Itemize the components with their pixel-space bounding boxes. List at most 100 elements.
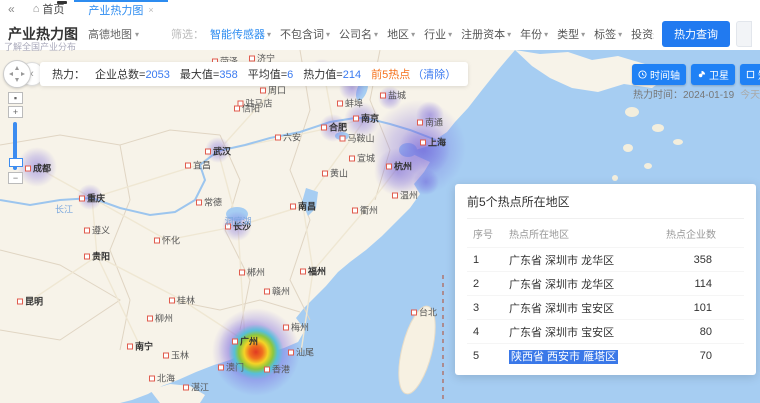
zoom-slider-handle[interactable] [9, 158, 23, 167]
filter-label: 地区 [387, 26, 409, 42]
row-count: 114 [654, 278, 744, 290]
overview-button[interactable]: ▪ [8, 92, 23, 104]
filter-9[interactable]: 投资来源▾ [631, 26, 654, 42]
chevron-down-icon: ▾ [326, 30, 330, 39]
tool-矩形[interactable]: 矩形 [740, 64, 760, 85]
filter-label: 投资来源 [631, 26, 654, 42]
zoom-in-button[interactable]: + [8, 106, 23, 118]
row-no: 1 [467, 254, 509, 266]
filter-8[interactable]: 标签▾ [594, 26, 622, 42]
table-header: 序号 热点所在地区 热点企业数 [467, 219, 744, 247]
row-region: 广东省 深圳市 龙华区 [509, 252, 654, 268]
sidebar-collapse-icon[interactable]: « [8, 2, 15, 16]
app-window: « ⌂ 首页 产业热力图 × 产业热力图 高德地图 ▾ 筛选： 智能传感器▾不包… [0, 0, 760, 403]
clear-link[interactable]: （清除） [412, 66, 456, 82]
heat-query-button[interactable]: 热力查询 [662, 21, 730, 47]
stat-value: 6 [287, 69, 293, 81]
heat-time-date: 2024-01-19 [683, 90, 734, 101]
filter-label: 类型 [557, 26, 579, 42]
row-region: 陕西省 西安市 雁塔区 [509, 348, 654, 364]
chevron-down-icon: ▾ [411, 30, 415, 39]
row-no: 5 [467, 350, 509, 362]
close-icon[interactable]: × [148, 5, 153, 15]
filter-3[interactable]: 地区▾ [387, 26, 415, 42]
stats-prefix: 热力： [52, 66, 85, 82]
col-count: 热点企业数 [654, 226, 744, 241]
map-tools: 时间轴卫星矩形收藏 [632, 64, 760, 85]
col-no: 序号 [467, 226, 509, 241]
row-no: 3 [467, 302, 509, 314]
chevron-down-icon: ▾ [507, 30, 511, 39]
hotspot-panel: 前5个热点所在地区 序号 热点所在地区 热点企业数 1广东省 深圳市 龙华区35… [455, 184, 756, 375]
chevron-down-icon: ▾ [374, 30, 378, 39]
filter-label: 行业 [424, 26, 446, 42]
filter-label: 标签 [594, 26, 616, 42]
tool-label: 时间轴 [650, 67, 680, 82]
satellite-icon [697, 70, 706, 79]
stat-2: 平均值=6 [248, 66, 294, 82]
table-body: 1广东省 深圳市 龙华区358 2广东省 深圳市 龙华区 114 3广东省 深圳市 宝… [467, 247, 744, 367]
tool-时间轴[interactable]: 时间轴 [632, 64, 686, 85]
row-region: 广东省 深圳市 宝安区 [509, 300, 654, 316]
tab-heatmap[interactable]: 产业热力图 × [74, 0, 167, 18]
tab-bar: « ⌂ 首页 产业热力图 × [0, 0, 760, 19]
row-no: 2 [467, 278, 509, 290]
filter-7[interactable]: 类型▾ [557, 26, 585, 42]
stat-value: 358 [219, 69, 237, 81]
filter-label: 筛选： [171, 26, 204, 42]
tool-label: 卫星 [709, 67, 729, 82]
row-region: 广东省 深圳市 龙华区 [509, 276, 654, 292]
filter-6[interactable]: 年份▾ [520, 26, 548, 42]
chevron-down-icon: ▾ [448, 30, 452, 39]
row-no: 4 [467, 326, 509, 338]
stat-0: 企业总数=2053 [95, 66, 170, 82]
table-row[interactable]: 2广东省 深圳市 龙华区 114 [467, 271, 744, 295]
table-row[interactable]: 3广东省 深圳市 宝安区101 [467, 295, 744, 319]
row-count: 70 [654, 350, 744, 362]
cut-button[interactable] [736, 21, 752, 47]
filter-label: 不包含词 [280, 26, 324, 42]
heat-stats-bar: ‹ 热力： 企业总数=2053最大值=358平均值=6热力值=214 前5热点 … [20, 62, 468, 86]
home-icon: ⌂ [33, 3, 40, 15]
chevron-down-icon: ▾ [581, 30, 585, 39]
filter-4[interactable]: 行业▾ [424, 26, 452, 42]
tab-heatmap-label: 产业热力图 [88, 2, 143, 18]
filter-1[interactable]: 不包含词▾ [280, 26, 330, 42]
tool-卫星[interactable]: 卫星 [691, 64, 735, 85]
hotspot-panel-title: 前5个热点所在地区 [467, 193, 744, 219]
compass-control[interactable] [3, 60, 31, 88]
heat-time: 热力时间：2024-01-19 今天 [633, 86, 760, 101]
page-subtitle: 了解全国产业分布 [4, 40, 76, 53]
heat-time-label: 热力时间： [633, 90, 683, 101]
basemap-select-label: 高德地图 [88, 26, 132, 42]
stat-value: 214 [343, 69, 361, 81]
basemap-select[interactable]: 高德地图 ▾ [88, 26, 139, 42]
row-region-text: 广东省 深圳市 龙华区 [509, 255, 614, 267]
row-region-text: 广东省 深圳市 宝安区 [509, 303, 614, 315]
toolbar: 产业热力图 高德地图 ▾ 筛选： 智能传感器▾不包含词▾公司名▾地区▾行业▾注册… [0, 18, 760, 50]
stat-value: 2053 [145, 69, 169, 81]
table-row[interactable]: 4广东省 深圳市 宝安区80 [467, 319, 744, 343]
zoom-out-button[interactable]: − [8, 172, 23, 184]
chevron-down-icon: ▾ [267, 30, 271, 39]
row-count: 80 [654, 326, 744, 338]
table-row[interactable]: 1广东省 深圳市 龙华区358 [467, 247, 744, 271]
chevron-down-icon: ▾ [618, 30, 622, 39]
chevron-down-icon: ▾ [135, 30, 139, 39]
filter-label: 年份 [520, 26, 542, 42]
filter-0[interactable]: 智能传感器▾ [210, 26, 271, 42]
row-region: 广东省 深圳市 宝安区 [509, 324, 654, 340]
table-row[interactable]: 5陕西省 西安市 雁塔区 70 [467, 343, 744, 367]
stats-items: 企业总数=2053最大值=358平均值=6热力值=214 [95, 66, 361, 82]
top5-hotspot-link[interactable]: 前5热点 [371, 66, 410, 82]
filter-2[interactable]: 公司名▾ [339, 26, 378, 42]
row-region-text: 广东省 深圳市 龙华区 [509, 279, 614, 291]
clock-icon [638, 70, 647, 79]
heat-time-today[interactable]: 今天 [740, 90, 760, 101]
filter-bar: 智能传感器▾不包含词▾公司名▾地区▾行业▾注册资本▾年份▾类型▾标签▾投资来源▾… [210, 26, 654, 42]
rectangle-icon [746, 70, 755, 79]
row-region-text: 陕西省 西安市 雁塔区 [509, 350, 618, 364]
chevron-down-icon: ▾ [544, 30, 548, 39]
filter-label: 智能传感器 [210, 26, 265, 42]
filter-5[interactable]: 注册资本▾ [461, 26, 511, 42]
